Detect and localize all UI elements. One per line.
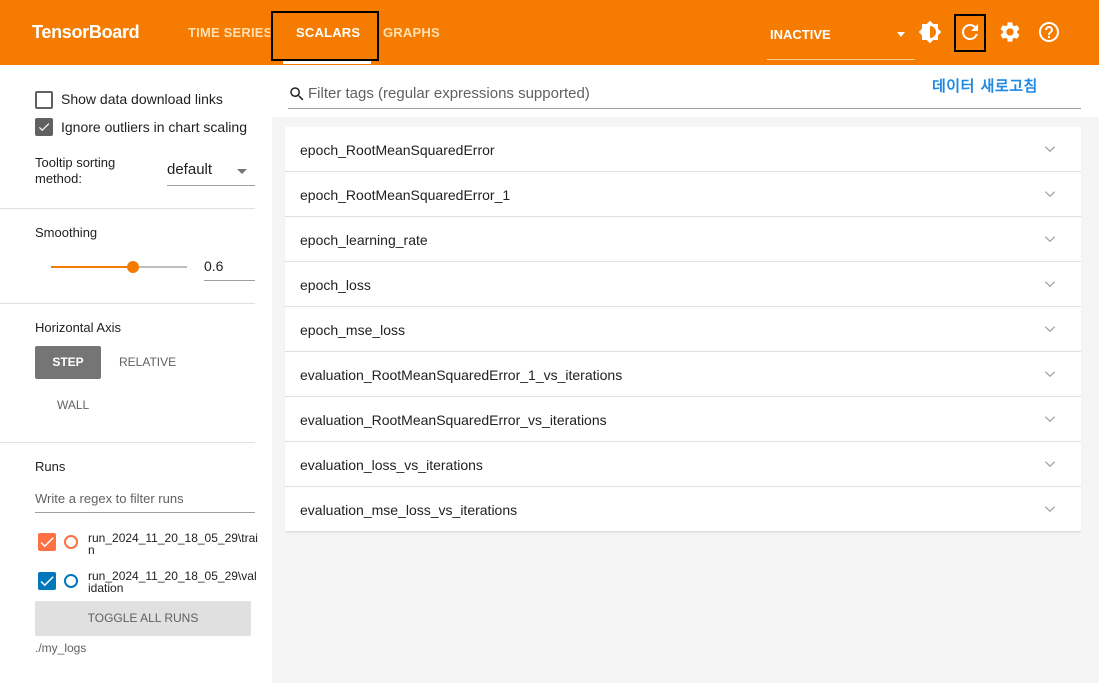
ignore-outliers-label: Ignore outliers in chart scaling	[61, 119, 247, 135]
axis-relative-button[interactable]: RELATIVE	[119, 355, 176, 369]
tooltip-sorting-label: Tooltip sorting method:	[35, 155, 116, 186]
show-download-links-label: Show data download links	[61, 91, 223, 107]
tag-card-title: epoch_RootMeanSquaredError_1	[300, 187, 511, 203]
horizontal-axis-label: Horizontal Axis	[35, 320, 121, 335]
divider	[0, 208, 255, 209]
smoothing-slider-thumb[interactable]	[126, 261, 139, 273]
runs-filter	[35, 487, 255, 513]
runs-label: Runs	[35, 459, 66, 474]
runs-filter-input[interactable]	[35, 487, 255, 506]
toggle-all-runs-button[interactable]: TOGGLE ALL RUNS	[35, 601, 251, 636]
search-icon	[290, 87, 304, 101]
tag-card[interactable]: epoch_RootMeanSquaredError_1	[285, 172, 1081, 217]
show-download-links-checkbox[interactable]	[35, 91, 53, 109]
tag-card-title: evaluation_loss_vs_iterations	[300, 457, 483, 473]
smoothing-value-input[interactable]: 0.6	[204, 257, 255, 281]
smoothing-value: 0.6	[204, 258, 224, 274]
reload-annotation-text: 데이터 새로고침	[932, 77, 1038, 95]
run-validation-name: run_2024_11_20_18_05_29\validation	[88, 569, 257, 595]
brand-logo[interactable]: TensorBoard	[32, 22, 140, 43]
tag-card[interactable]: epoch_mse_loss	[285, 307, 1081, 352]
chevron-down-icon	[237, 169, 247, 174]
run-validation-checkbox[interactable]	[38, 572, 56, 590]
ignore-outliers-checkbox[interactable]	[35, 118, 53, 136]
tag-card-list: epoch_RootMeanSquaredError epoch_RootMean…	[285, 127, 1081, 532]
tag-card[interactable]: evaluation_mse_loss_vs_iterations	[285, 487, 1081, 532]
tag-card-title: epoch_mse_loss	[300, 322, 406, 338]
dropdown-arrow-icon	[897, 32, 905, 37]
tag-card-title: epoch_RootMeanSquaredError	[300, 142, 495, 158]
chevron-down-icon[interactable]	[1043, 322, 1057, 336]
chevron-down-icon[interactable]	[1043, 277, 1057, 291]
smoothing-slider-fill	[51, 266, 133, 268]
run-validation-color-icon[interactable]	[64, 574, 78, 588]
chevron-down-icon[interactable]	[1043, 412, 1057, 426]
tag-card-title: evaluation_RootMeanSquaredError_vs_itera…	[300, 412, 607, 428]
theme-icon[interactable]	[918, 20, 942, 44]
log-directory: ./my_logs	[35, 641, 87, 655]
tag-card-title: evaluation_mse_loss_vs_iterations	[300, 502, 518, 518]
tag-card[interactable]: epoch_RootMeanSquaredError	[285, 127, 1081, 172]
tooltip-sorting-select[interactable]: default	[167, 158, 255, 186]
tag-card[interactable]: epoch_loss	[285, 262, 1081, 307]
divider	[0, 442, 255, 443]
chevron-down-icon[interactable]	[1043, 232, 1057, 246]
highlight-box-scalars	[271, 11, 379, 61]
settings-icon[interactable]	[998, 20, 1022, 44]
run-train-checkbox[interactable]	[38, 533, 56, 551]
smoothing-slider[interactable]	[51, 261, 187, 273]
chevron-down-icon[interactable]	[1043, 367, 1057, 381]
chevron-down-icon[interactable]	[1043, 142, 1057, 156]
tag-card[interactable]: evaluation_RootMeanSquaredError_1_vs_ite…	[285, 352, 1081, 397]
tag-card-title: evaluation_RootMeanSquaredError_1_vs_ite…	[300, 367, 623, 383]
active-tab-indicator	[283, 61, 371, 64]
tag-card-title: epoch_learning_rate	[300, 232, 428, 248]
tab-time-series[interactable]: TIME SERIES	[188, 25, 270, 40]
plugin-status-value: INACTIVE	[770, 27, 831, 42]
axis-step-button[interactable]: STEP	[35, 346, 101, 379]
tag-card[interactable]: epoch_learning_rate	[285, 217, 1081, 262]
run-train-color-icon[interactable]	[64, 535, 78, 549]
run-train-name: run_2024_11_20_18_05_29\train	[88, 531, 258, 557]
main-panel: epoch_RootMeanSquaredError epoch_RootMean…	[272, 65, 1099, 683]
help-icon[interactable]	[1037, 20, 1061, 44]
tag-card[interactable]: evaluation_loss_vs_iterations	[285, 442, 1081, 487]
chevron-down-icon[interactable]	[1043, 502, 1057, 516]
smoothing-label: Smoothing	[35, 225, 98, 240]
top-app-bar: TensorBoard TIME SERIES SCALARS GRAPHS I…	[0, 0, 1099, 65]
chevron-down-icon[interactable]	[1043, 187, 1057, 201]
plugin-status-select[interactable]: INACTIVE	[767, 18, 915, 60]
chevron-down-icon[interactable]	[1043, 457, 1057, 471]
sidebar: Show data download links Ignore outliers…	[0, 65, 272, 683]
divider	[0, 303, 255, 304]
tooltip-sorting-value: default	[167, 161, 213, 178]
highlight-box-reload	[954, 14, 986, 52]
tab-graphs[interactable]: GRAPHS	[383, 25, 440, 40]
tag-card-title: epoch_loss	[300, 277, 371, 293]
tag-card[interactable]: evaluation_RootMeanSquaredError_vs_itera…	[285, 397, 1081, 442]
axis-wall-button[interactable]: WALL	[57, 398, 89, 412]
